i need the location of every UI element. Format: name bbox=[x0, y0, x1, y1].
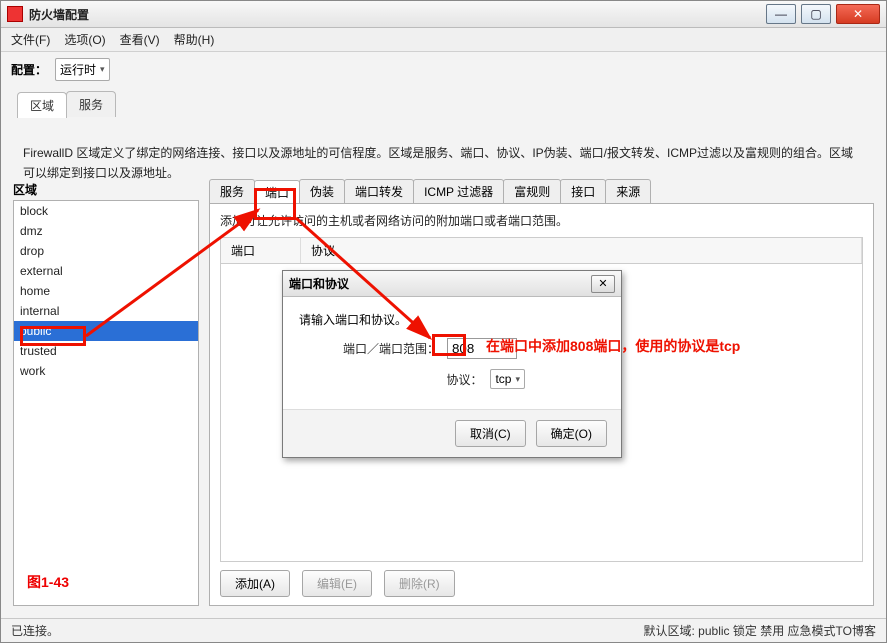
menu-file[interactable]: 文件(F) bbox=[11, 31, 50, 48]
dialog-prompt: 请输入端口和协议。 bbox=[299, 311, 605, 328]
ok-button[interactable]: 确定(O) bbox=[536, 420, 607, 447]
minimize-button[interactable]: — bbox=[766, 4, 796, 24]
inner-tab[interactable]: 端口 bbox=[254, 180, 300, 204]
config-row: 配置： 运行时 ▾ bbox=[1, 52, 886, 87]
col-port[interactable]: 端口 bbox=[221, 238, 301, 263]
status-right: 默认区域: public 锁定 禁用 应急模式TO博客 bbox=[644, 622, 876, 639]
zone-item-dmz[interactable]: dmz bbox=[14, 221, 198, 241]
menu-options[interactable]: 选项(O) bbox=[64, 31, 105, 48]
zone-list[interactable]: blockdmzdropexternalhomeinternalpublictr… bbox=[13, 200, 199, 606]
zone-heading: 区域 bbox=[13, 179, 199, 200]
inner-tab[interactable]: 服务 bbox=[209, 179, 255, 203]
menu-help[interactable]: 帮助(H) bbox=[174, 31, 215, 48]
proto-combo[interactable]: tcp ▾ bbox=[490, 369, 525, 389]
chevron-down-icon: ▾ bbox=[515, 374, 520, 385]
inner-tab[interactable]: 端口转发 bbox=[344, 179, 414, 203]
config-mode-value: 运行时 bbox=[60, 61, 96, 78]
tab-services[interactable]: 服务 bbox=[66, 91, 116, 117]
maximize-button[interactable]: ▢ bbox=[801, 4, 831, 24]
inner-tab[interactable]: 伪装 bbox=[299, 179, 345, 203]
proto-row: 协议： tcp ▾ bbox=[299, 369, 605, 389]
dialog-buttons: 取消(C) 确定(O) bbox=[283, 409, 621, 457]
port-protocol-dialog: 端口和协议 ✕ 请输入端口和协议。 端口／端口范围： 协议： tcp ▾ 取消(… bbox=[282, 270, 622, 458]
port-hint: 添加可让允许访问的主机或者网络访问的附加端口或者端口范围。 bbox=[220, 212, 863, 229]
button-row: 添加(A) 编辑(E) 删除(R) bbox=[220, 570, 455, 597]
menubar: 文件(F) 选项(O) 查看(V) 帮助(H) bbox=[1, 28, 886, 52]
status-left: 已连接。 bbox=[11, 622, 59, 639]
proto-value: tcp bbox=[495, 372, 511, 386]
dialog-title: 端口和协议 bbox=[289, 275, 591, 292]
table-header: 端口 协议 bbox=[221, 238, 862, 264]
zone-item-trusted[interactable]: trusted bbox=[14, 341, 198, 361]
chevron-down-icon: ▾ bbox=[100, 64, 105, 75]
figure-label: 图1-43 bbox=[27, 572, 69, 592]
port-label: 端口／端口范围： bbox=[343, 340, 439, 357]
config-label: 配置： bbox=[11, 61, 47, 78]
dialog-titlebar: 端口和协议 ✕ bbox=[283, 271, 621, 297]
zone-item-block[interactable]: block bbox=[14, 201, 198, 221]
menu-view[interactable]: 查看(V) bbox=[120, 31, 160, 48]
zone-item-work[interactable]: work bbox=[14, 361, 198, 381]
inner-tab[interactable]: 富规则 bbox=[503, 179, 561, 203]
zone-item-home[interactable]: home bbox=[14, 281, 198, 301]
add-button[interactable]: 添加(A) bbox=[220, 570, 290, 597]
edit-button: 编辑(E) bbox=[302, 570, 372, 597]
col-proto[interactable]: 协议 bbox=[301, 238, 862, 263]
cancel-button[interactable]: 取消(C) bbox=[455, 420, 526, 447]
statusbar: 已连接。 默认区域: public 锁定 禁用 应急模式TO博客 bbox=[1, 618, 886, 642]
config-mode-combo[interactable]: 运行时 ▾ bbox=[55, 58, 110, 81]
inner-tab[interactable]: ICMP 过滤器 bbox=[413, 179, 504, 203]
close-button[interactable]: ✕ bbox=[836, 4, 880, 24]
tab-zone[interactable]: 区域 bbox=[17, 92, 67, 118]
zone-item-drop[interactable]: drop bbox=[14, 241, 198, 261]
app-icon bbox=[7, 6, 23, 22]
delete-button: 删除(R) bbox=[384, 570, 455, 597]
zone-item-external[interactable]: external bbox=[14, 261, 198, 281]
zone-column: 区域 blockdmzdropexternalhomeinternalpubli… bbox=[13, 179, 199, 606]
inner-tab[interactable]: 接口 bbox=[560, 179, 606, 203]
window-title: 防火墙配置 bbox=[29, 6, 766, 23]
zone-item-public[interactable]: public bbox=[14, 321, 198, 341]
titlebar: 防火墙配置 — ▢ ✕ bbox=[1, 1, 886, 28]
annotation-text: 在端口中添加808端口，使用的协议是tcp bbox=[486, 336, 740, 356]
proto-label: 协议： bbox=[446, 371, 482, 388]
inner-tab[interactable]: 来源 bbox=[605, 179, 651, 203]
window-buttons: — ▢ ✕ bbox=[766, 4, 880, 24]
dialog-close-button[interactable]: ✕ bbox=[591, 275, 615, 293]
outer-tabs: 区域 服务 bbox=[17, 91, 115, 117]
inner-tabs: 服务端口伪装端口转发ICMP 过滤器富规则接口来源 bbox=[209, 179, 874, 203]
zone-item-internal[interactable]: internal bbox=[14, 301, 198, 321]
